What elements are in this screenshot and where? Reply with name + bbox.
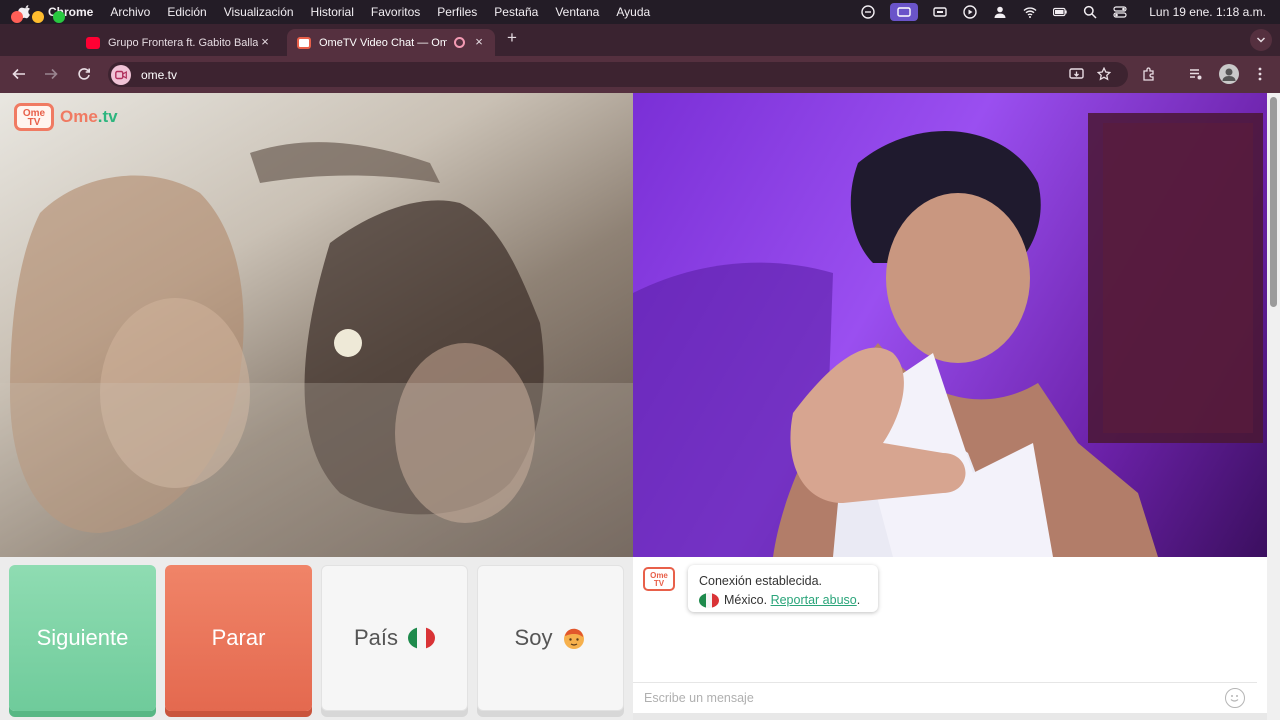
chevron-down-icon (1256, 37, 1266, 43)
window-minimize-button[interactable] (32, 11, 44, 23)
gender-select-button[interactable]: Soy (477, 565, 624, 711)
profile-avatar[interactable] (1219, 64, 1239, 84)
tab-title: Grupo Frontera ft. Gabito Balla (108, 36, 258, 49)
kebab-menu-icon (1258, 67, 1262, 81)
address-bar[interactable]: ome.tv (108, 62, 1128, 87)
forward-button[interactable] (43, 66, 59, 82)
tab-ometv[interactable]: OmeTV Video Chat — Omegle × (287, 29, 495, 56)
logo-wordmark-suffix: .tv (97, 107, 118, 126)
menu-visualizacion[interactable]: Visualización (224, 5, 294, 19)
tab-close-icon[interactable]: × (259, 35, 271, 48)
scrollbar-thumb[interactable] (1270, 97, 1277, 307)
local-video (0, 93, 633, 557)
message-input-bar[interactable]: Escribe un mensaje (633, 682, 1257, 712)
reload-icon (78, 68, 90, 80)
screen-mirroring-icon[interactable] (890, 3, 919, 21)
message-input[interactable]: Escribe un mensaje (644, 691, 754, 705)
media-control-button[interactable] (1188, 66, 1204, 82)
spotlight-search-icon[interactable] (1082, 5, 1098, 19)
remote-video-frame (633, 113, 1263, 557)
emoji-icon[interactable] (1225, 688, 1245, 708)
play-icon[interactable] (962, 5, 978, 19)
cast-button[interactable] (1068, 66, 1084, 82)
back-button[interactable] (11, 66, 27, 82)
tab-search-button[interactable] (1250, 29, 1272, 51)
report-abuse-link[interactable]: Reportar abuso (771, 591, 857, 610)
install-app-icon (1068, 68, 1084, 79)
menu-ventana[interactable]: Ventana (555, 5, 599, 19)
country-label: País (353, 625, 399, 650)
url-text[interactable]: ome.tv (141, 68, 177, 82)
partner-country-text: México. (724, 593, 768, 607)
window-zoom-button[interactable] (53, 11, 65, 23)
logo-wordmark-main: Ome (60, 107, 98, 126)
wifi-icon[interactable] (1022, 5, 1038, 19)
macos-menubar: Chrome Archivo Edición Visualización His… (0, 0, 1280, 24)
boy-face-icon (564, 628, 585, 649)
menu-ayuda[interactable]: Ayuda (616, 5, 650, 19)
stop-button[interactable]: Parar (165, 565, 312, 711)
ometv-favicon-icon (297, 36, 311, 49)
local-video-frame (0, 142, 633, 557)
tab-title: OmeTV Video Chat — Omegle (319, 36, 447, 49)
menu-favoritos[interactable]: Favoritos (371, 5, 420, 19)
next-button[interactable]: Siguiente (9, 565, 156, 711)
tab-youtube[interactable]: Grupo Frontera ft. Gabito Balla × (76, 29, 281, 56)
connection-status-text: Conexión establecida. (699, 574, 822, 588)
ometv-logo[interactable]: Ome TV Ome.tv (14, 103, 118, 131)
arrow-right-icon (45, 68, 58, 80)
reload-button[interactable] (76, 66, 92, 82)
vpn-shield-icon[interactable] (860, 5, 876, 19)
bot-avatar-bottom: TV (653, 579, 665, 588)
extensions-button[interactable] (1141, 66, 1157, 82)
puzzle-icon (1143, 67, 1154, 81)
arrow-left-icon (12, 68, 25, 80)
tab-close-icon[interactable]: × (473, 35, 485, 48)
menu-edicion[interactable]: Edición (167, 5, 206, 19)
bookmark-button[interactable] (1096, 66, 1112, 82)
logo-badge-bottom: TV (27, 117, 41, 128)
battery-icon[interactable] (1052, 5, 1068, 19)
control-center-icon[interactable] (1112, 5, 1128, 19)
mexico-flag-icon (699, 593, 719, 608)
gender-label: Soy (514, 625, 553, 650)
menu-perfiles[interactable]: Perfiles (437, 5, 477, 19)
site-info-icon[interactable] (111, 64, 131, 85)
page-scrollbar[interactable] (1267, 93, 1280, 720)
logo-wordmark: Ome.tv (60, 107, 118, 127)
recording-indicator-icon (454, 37, 465, 48)
mexico-flag-icon (408, 627, 436, 649)
new-tab-button[interactable]: + (504, 29, 520, 46)
youtube-icon (86, 36, 100, 49)
menu-historial[interactable]: Historial (311, 5, 354, 19)
ometv-bot-avatar-icon: Ome TV (643, 567, 675, 591)
country-filter-button[interactable]: País (321, 565, 468, 711)
playlist-icon (1190, 69, 1202, 80)
menu-archivo[interactable]: Archivo (110, 5, 150, 19)
report-suffix: . (856, 593, 861, 607)
display-icon[interactable] (932, 5, 948, 19)
avatar-icon (1222, 68, 1236, 81)
menu-pestana[interactable]: Pestaña (494, 5, 538, 19)
chrome-menu-button[interactable] (1252, 66, 1268, 82)
tv-icon: Ome TV (14, 103, 54, 131)
menubar-status-area: Lun 19 ene. 1:18 a.m. (853, 0, 1280, 24)
system-message-bubble: Conexión establecida. México. Reportar a… (688, 565, 878, 612)
menubar-clock[interactable]: Lun 19 ene. 1:18 a.m. (1149, 5, 1266, 19)
star-icon (1097, 67, 1111, 81)
remote-video (633, 93, 1267, 557)
user-icon[interactable] (992, 5, 1008, 19)
window-close-button[interactable] (11, 11, 23, 23)
